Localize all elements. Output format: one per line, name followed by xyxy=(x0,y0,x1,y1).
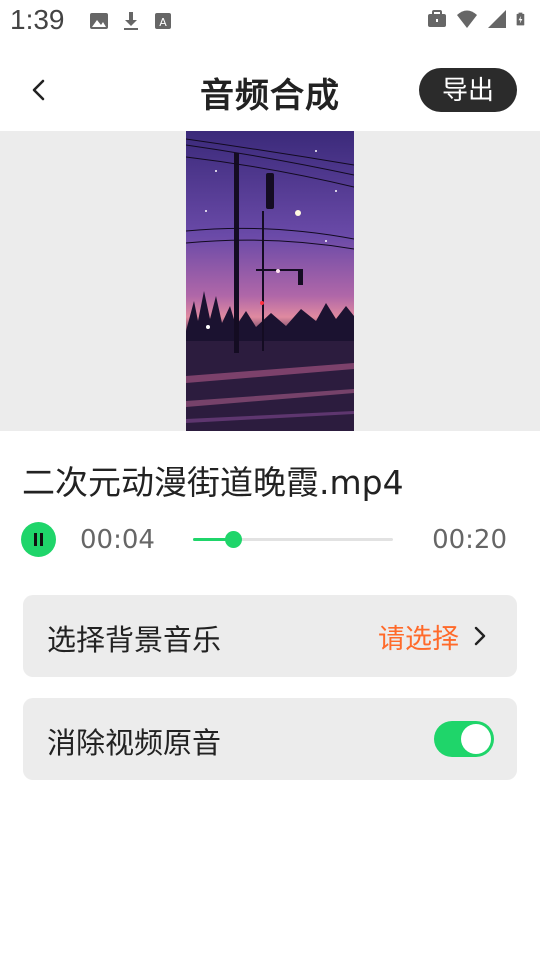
current-time: 00:04 xyxy=(80,525,155,555)
background-music-value: 请选择 xyxy=(378,624,459,655)
download-icon xyxy=(124,12,138,30)
pause-button[interactable] xyxy=(21,522,56,557)
video-thumbnail[interactable] xyxy=(186,131,354,431)
wifi-icon xyxy=(457,10,477,28)
top-app-bar: 音频合成 导出 xyxy=(0,56,540,126)
battery-icon xyxy=(516,12,525,26)
status-bar: 1:39 A xyxy=(0,0,540,48)
video-file-name: 二次元动漫街道晚霞.mp4 xyxy=(22,463,404,502)
player-controls: 00:04 00:20 xyxy=(0,520,540,560)
toggle-knob xyxy=(461,724,491,754)
svg-text:A: A xyxy=(159,16,167,29)
background-music-label: 选择背景音乐 xyxy=(47,623,222,657)
remove-original-audio-label: 消除视频原音 xyxy=(47,726,222,760)
progress-thumb[interactable] xyxy=(225,531,242,548)
signal-icon xyxy=(488,10,506,28)
image-icon xyxy=(90,13,108,29)
total-time: 00:20 xyxy=(432,525,507,555)
select-background-music-row[interactable]: 选择背景音乐 请选择 xyxy=(23,595,517,677)
remove-original-audio-row: 消除视频原音 xyxy=(23,698,517,780)
video-preview-area xyxy=(0,131,540,431)
system-icons xyxy=(426,8,530,30)
chevron-right-icon xyxy=(474,626,486,646)
font-icon: A xyxy=(155,13,171,29)
status-time: 1:39 xyxy=(10,4,65,35)
notification-icons: A xyxy=(88,10,174,32)
briefcase-icon xyxy=(428,10,446,27)
export-button[interactable]: 导出 xyxy=(419,68,517,112)
progress-slider[interactable] xyxy=(193,531,393,548)
remove-original-audio-toggle[interactable] xyxy=(434,721,494,757)
